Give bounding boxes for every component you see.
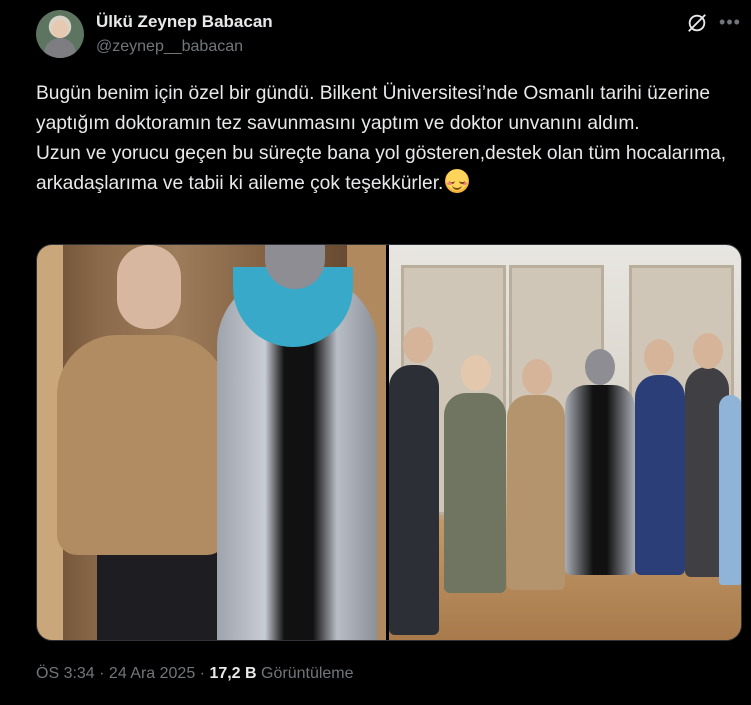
photo-graduation-two-people[interactable] [37, 245, 386, 640]
avatar-face [52, 20, 68, 38]
tweet-text: Bugün benim için özel bir gündü. Bilkent… [36, 79, 741, 199]
photo-group-library[interactable] [389, 245, 741, 640]
tweet-post: Ülkü Zeynep Babacan @zeynep__babacan •••… [0, 0, 751, 705]
more-options-icon[interactable]: ••• [718, 10, 742, 34]
views-label: Görüntüleme [256, 665, 354, 682]
media-grid [36, 244, 742, 641]
avatar-body [44, 38, 76, 58]
author-display-name[interactable]: Ülkü Zeynep Babacan [96, 12, 273, 32]
views-count: 17,2 B [209, 665, 257, 682]
tweet-time[interactable]: ÖS 3:34 [36, 665, 95, 682]
meta-separator: · [195, 665, 210, 682]
tweet-metadata: ÖS 3:34 · 24 Ara 2025 · 17,2 B Görüntüle… [36, 665, 354, 683]
smiling-face-with-blush-emoji-icon [445, 169, 470, 193]
tweet-date[interactable]: 24 Ara 2025 [109, 665, 195, 682]
meta-separator: · [94, 665, 109, 682]
author-avatar[interactable] [36, 10, 84, 58]
tweet-body: Bugün benim için özel bir gündü. Bilkent… [36, 83, 727, 194]
author-handle[interactable]: @zeynep__babacan [96, 38, 243, 56]
grok-icon[interactable] [686, 12, 708, 34]
